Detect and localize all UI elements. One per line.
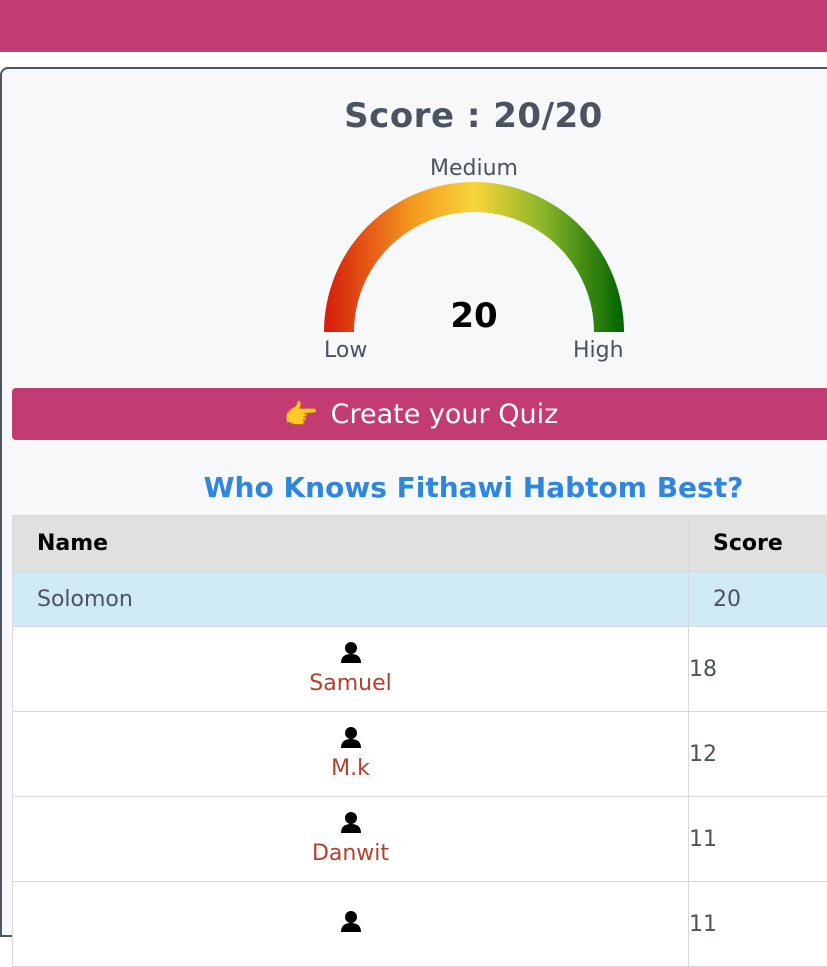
- score-gauge: Medium 20 Low High: [300, 150, 650, 370]
- gauge-high-label: High: [573, 338, 624, 363]
- pointing-hand-icon: 👉: [284, 398, 319, 431]
- leaderboard-table: Name Score Solomon 20 Samuel 18 M.k: [12, 515, 827, 967]
- player-name[interactable]: M.k: [13, 755, 688, 783]
- player-score: 18: [689, 627, 827, 712]
- top-navbar: [0, 0, 827, 52]
- player-score: 11: [689, 882, 827, 967]
- table-header-row: Name Score: [13, 516, 827, 572]
- user-icon: [13, 811, 688, 840]
- current-player-score: 20: [689, 572, 827, 627]
- gauge-low-label: Low: [324, 338, 367, 363]
- gauge-medium-label: Medium: [430, 156, 518, 181]
- table-row: Samuel 18: [13, 627, 827, 712]
- gauge-value: 20: [426, 296, 522, 336]
- score-title: Score : 20/20: [0, 96, 827, 136]
- player-score: 11: [689, 797, 827, 882]
- table-row: Danwit 11: [13, 797, 827, 882]
- current-player-row: Solomon 20: [13, 572, 827, 627]
- user-icon: [13, 641, 688, 670]
- name-column-header: Name: [13, 516, 689, 572]
- user-icon: [13, 726, 688, 755]
- table-row: M.k 12: [13, 712, 827, 797]
- table-row: 11: [13, 882, 827, 967]
- score-column-header: Score: [689, 516, 827, 572]
- leaderboard-title: Who Knows Fithawi Habtom Best?: [0, 471, 827, 504]
- user-icon: [13, 910, 688, 939]
- current-player-name: Solomon: [13, 572, 689, 627]
- player-name[interactable]: Danwit: [13, 840, 688, 868]
- player-name[interactable]: Samuel: [13, 670, 688, 698]
- create-quiz-label: Create your Quiz: [331, 399, 559, 430]
- player-score: 12: [689, 712, 827, 797]
- gauge-arc: [300, 150, 650, 370]
- create-quiz-button[interactable]: 👉 Create your Quiz: [12, 388, 827, 440]
